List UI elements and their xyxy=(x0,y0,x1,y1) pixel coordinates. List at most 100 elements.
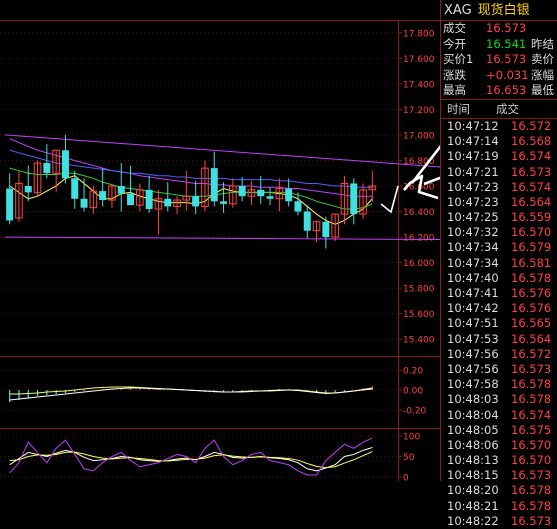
trade-price: 16.578 xyxy=(511,498,552,513)
trade-time: 10:48:20 xyxy=(447,483,499,498)
trade-row: 10:47:14 16.568 xyxy=(441,134,557,149)
trade-row: 10:47:23 16.564 xyxy=(441,195,557,210)
trade-price: 16.568 xyxy=(511,134,552,149)
trade-row: 10:47:42 16.576 xyxy=(441,301,557,316)
y-tick-label: 15.400 xyxy=(403,336,435,346)
y-tick-label: 0 xyxy=(403,474,409,482)
trend-line xyxy=(4,236,440,241)
trade-time: 10:47:42 xyxy=(447,301,499,316)
candle-body xyxy=(192,196,200,207)
y-tick-label: 16.000 xyxy=(403,259,435,269)
trade-time: 10:47:25 xyxy=(447,210,499,225)
trade-price: 16.578 xyxy=(511,377,552,392)
trade-price: 16.570 xyxy=(511,225,552,240)
trade-time: 10:47:34 xyxy=(447,240,499,255)
trade-price: 16.559 xyxy=(511,210,552,225)
trade-time: 10:47:34 xyxy=(447,255,499,270)
quote-extra-label: 卖价 xyxy=(531,52,554,67)
trade-row: 10:47:25 16.559 xyxy=(441,210,557,225)
quote-label: 最高 xyxy=(443,83,466,98)
y-tick-label: 100 xyxy=(403,433,420,443)
candle-body xyxy=(145,189,153,209)
trade-price: 16.572 xyxy=(511,346,552,361)
trade-row: 10:47:32 16.570 xyxy=(441,225,557,240)
y-tick-label: 50 xyxy=(403,453,415,463)
trade-list[interactable]: 10:47:12 16.572 10:47:14 16.568 10:47:19 16.5… xyxy=(441,119,557,529)
trade-row: 10:47:51 16.565 xyxy=(441,316,557,331)
trade-row: 10:47:53 16.564 xyxy=(441,332,557,347)
annotation-mark xyxy=(380,185,399,214)
trade-time: 10:48:06 xyxy=(447,437,499,452)
candle-body xyxy=(257,189,265,197)
candle-body xyxy=(322,221,330,238)
trade-time: 10:47:51 xyxy=(447,316,499,331)
trade-row: 10:47:19 16.574 xyxy=(441,149,557,164)
candle-body xyxy=(164,198,172,207)
quote-extra-label: 涨幅 xyxy=(531,67,554,82)
trade-price: 16.573 xyxy=(511,361,552,376)
trade-price: 16.574 xyxy=(511,149,552,164)
trade-row: 10:48:22 16.573 xyxy=(441,514,557,529)
trade-time: 10:48:21 xyxy=(447,498,499,513)
trade-price: 16.579 xyxy=(511,240,552,255)
candle-body xyxy=(294,201,302,212)
quote-row: 最高 16.653 最低 xyxy=(441,83,557,99)
trade-price: 16.575 xyxy=(511,422,552,437)
trade-row: 10:48:13 16.570 xyxy=(441,453,557,468)
chart-area[interactable]: 17.800 17.600 17.400 17.200 17.000 16.800 16.6… xyxy=(0,0,441,481)
trade-time: 10:47:23 xyxy=(447,179,499,194)
trade-row: 10:48:03 16.578 xyxy=(441,392,557,407)
trade-row: 10:48:05 16.575 xyxy=(441,423,557,438)
trade-price: 16.572 xyxy=(511,118,552,133)
y-tick-label: 0.20 xyxy=(403,367,423,377)
trade-price: 16.578 xyxy=(511,392,552,407)
candle-body xyxy=(350,183,358,215)
trade-price: 16.574 xyxy=(511,179,552,194)
trade-time: 10:48:15 xyxy=(447,468,499,483)
trade-row: 10:48:20 16.578 xyxy=(441,483,557,498)
trade-row: 10:47:21 16.573 xyxy=(441,165,557,180)
candle-body xyxy=(303,211,311,231)
quote-extra-label: 昨结 xyxy=(531,36,554,51)
quote-row: 涨跌 +0.031 涨幅 xyxy=(441,68,557,84)
candle-body xyxy=(6,188,14,221)
y-tick-label: 17.000 xyxy=(403,131,435,141)
trade-price: 16.576 xyxy=(511,301,552,316)
trade-row: 10:47:58 16.578 xyxy=(441,377,557,392)
col-time: 时间 xyxy=(447,101,470,116)
quote-row: 买价1 16.573 卖价 xyxy=(441,52,557,68)
trade-price: 16.574 xyxy=(511,407,552,422)
trade-time: 10:47:56 xyxy=(447,361,499,376)
candle-body xyxy=(238,186,246,197)
trade-time: 10:47:58 xyxy=(447,377,499,392)
trade-price: 16.581 xyxy=(511,255,552,270)
trade-time: 10:47:32 xyxy=(447,225,499,240)
trade-row: 10:47:34 16.579 xyxy=(441,240,557,255)
trade-price: 16.573 xyxy=(511,513,552,528)
candle-body xyxy=(61,150,69,179)
quote-label: 涨跌 xyxy=(443,67,466,82)
candle-body xyxy=(80,198,88,208)
trade-list-header: 时间 成交 xyxy=(441,98,557,119)
candle-body xyxy=(24,186,32,193)
candle-body xyxy=(99,191,107,201)
chart-canvas[interactable]: 17.80017.60017.40017.20017.00016.80016.6… xyxy=(0,0,440,481)
y-tick-label: 17.400 xyxy=(403,80,435,90)
trade-time: 10:47:19 xyxy=(447,149,499,164)
trade-row: 10:48:15 16.573 xyxy=(441,468,557,483)
candle-body xyxy=(71,178,79,199)
y-tick-label: 17.200 xyxy=(403,106,435,116)
trade-row: 10:47:12 16.572 xyxy=(441,119,557,134)
trade-price: 16.578 xyxy=(511,270,552,285)
y-tick-label: 15.600 xyxy=(403,310,435,320)
candle-body xyxy=(210,168,218,202)
quote-row: 成交 16.573 xyxy=(441,21,557,37)
quote-label: 买价1 xyxy=(443,52,474,67)
trade-time: 10:48:03 xyxy=(447,392,499,407)
quote-rows: 成交 16.573 今开 16.541 昨结 买价1 16.573 卖价 涨跌 +0.031 涨幅最… xyxy=(441,21,557,99)
trade-price: 16.564 xyxy=(511,194,552,209)
trade-row: 10:48:04 16.574 xyxy=(441,408,557,423)
y-tick-label: 16.200 xyxy=(403,234,435,244)
quote-label: 今开 xyxy=(443,36,466,51)
trade-time: 10:47:12 xyxy=(447,118,499,133)
